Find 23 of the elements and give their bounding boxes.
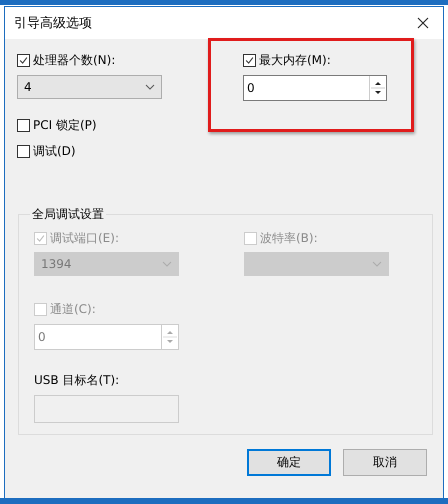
checkbox-label: 波特率(B): [260, 230, 318, 246]
dialog-button[interactable]: 取消 [343, 449, 427, 476]
chevron-down-icon [145, 84, 155, 90]
chevron-down-icon [162, 261, 172, 267]
checkbox[interactable] [17, 54, 30, 66]
checkbox-label: 通道(C): [50, 300, 96, 318]
checkbox-label: 处理器个数(N): [33, 52, 116, 68]
checkbox-label: 调试端口(E): [50, 230, 119, 246]
group-title: 全局调试设置 [31, 206, 105, 223]
chevron-down-icon [372, 261, 382, 267]
checkbox[interactable] [17, 118, 30, 132]
checkbox[interactable] [17, 144, 30, 158]
field-label: USB 目标名(T): [34, 372, 120, 389]
number-input[interactable]: 0 [243, 75, 387, 101]
checkbox-label: 调试(D) [33, 142, 76, 160]
window-title: 引导高级选项 [14, 15, 92, 32]
checkbox-label: 最大内存(M): [259, 52, 331, 68]
checkbox-label: PCI 锁定(P) [33, 116, 97, 134]
input-field[interactable] [34, 395, 179, 423]
dropdown[interactable]: 4 [17, 75, 162, 99]
dialog-button[interactable]: 确定 [247, 449, 331, 476]
checkbox[interactable] [243, 54, 256, 66]
close-icon[interactable] [417, 17, 429, 29]
